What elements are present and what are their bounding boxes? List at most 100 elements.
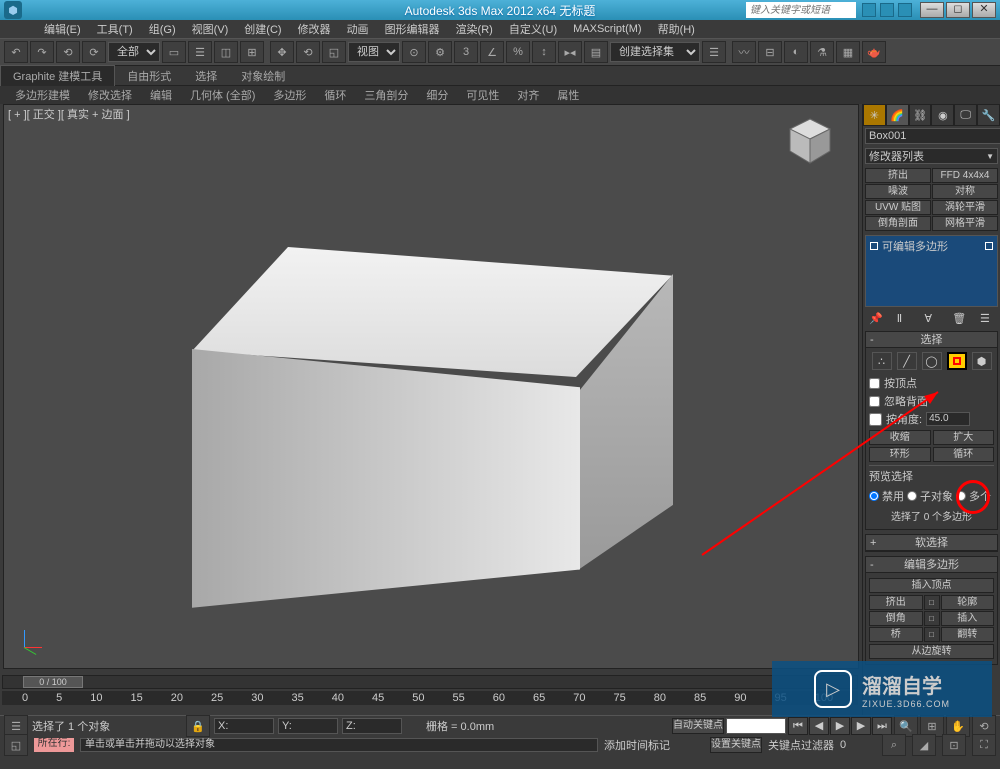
- outline-button[interactable]: 轮廓: [941, 595, 995, 610]
- setkey-button[interactable]: 设置关键点: [710, 737, 762, 753]
- prev-frame-button[interactable]: ◀: [809, 717, 829, 735]
- remove-mod-icon[interactable]: 🗑: [952, 312, 966, 326]
- gs-tris[interactable]: 三角剖分: [357, 85, 415, 105]
- redo-button[interactable]: ↷: [30, 41, 54, 63]
- star-icon[interactable]: [880, 3, 894, 17]
- help-search-input[interactable]: [746, 2, 856, 18]
- configure-icon[interactable]: ☰: [980, 312, 994, 326]
- subobj-edge[interactable]: ╱: [897, 352, 917, 370]
- time-slider-track[interactable]: 0 / 100: [2, 675, 858, 689]
- gs-props[interactable]: 属性: [550, 85, 586, 105]
- show-result-icon[interactable]: Ⅱ: [897, 312, 911, 326]
- flip-button[interactable]: 翻转: [941, 627, 995, 642]
- restore-button[interactable]: ◻: [946, 2, 970, 18]
- bevel-button[interactable]: 倒角: [869, 611, 923, 626]
- gs-edit[interactable]: 编辑: [143, 85, 179, 105]
- menu-animation[interactable]: 动画: [339, 21, 377, 37]
- graphite-tab-freeform[interactable]: 自由形式: [115, 66, 183, 86]
- mod-btn-turbosmooth[interactable]: 涡轮平滑: [932, 200, 998, 215]
- nav-maxview-icon[interactable]: ⊡: [942, 734, 966, 756]
- loop-button[interactable]: 循环: [933, 447, 995, 462]
- preview-off-radio[interactable]: [869, 491, 879, 501]
- time-slider-thumb[interactable]: 0 / 100: [23, 676, 83, 688]
- window-crossing-button[interactable]: ⊞: [240, 41, 264, 63]
- select-button[interactable]: ▭: [162, 41, 186, 63]
- coord-y[interactable]: Y:: [278, 718, 338, 734]
- layers-button[interactable]: ☰: [702, 41, 726, 63]
- ignore-backfacing-checkbox[interactable]: [869, 396, 880, 407]
- create-tab-icon[interactable]: ✳: [863, 104, 886, 126]
- mod-btn-uvwmap[interactable]: UVW 贴图: [865, 200, 931, 215]
- minimize-button[interactable]: —: [920, 2, 944, 18]
- select-region-button[interactable]: ◫: [214, 41, 238, 63]
- shrink-button[interactable]: 收缩: [869, 430, 931, 445]
- subobj-vertex[interactable]: ∴: [872, 352, 892, 370]
- stack-expand-icon[interactable]: [870, 242, 878, 250]
- ref-coord-system[interactable]: 视图: [348, 42, 400, 62]
- mod-btn-ffd[interactable]: FFD 4x4x4: [932, 168, 998, 183]
- mod-btn-extrude[interactable]: 挤出: [865, 168, 931, 183]
- inset-button[interactable]: 插入: [941, 611, 995, 626]
- menu-modifiers[interactable]: 修改器: [290, 21, 339, 37]
- extrude-settings[interactable]: □: [924, 595, 940, 610]
- goto-start-button[interactable]: ⏮: [788, 717, 808, 735]
- unlink-button[interactable]: ⟳: [82, 41, 106, 63]
- object-name-field[interactable]: [865, 128, 1000, 144]
- time-ruler[interactable]: 0510152025303540455055606570758085909510…: [2, 691, 858, 705]
- rotate-button[interactable]: ⟲: [296, 41, 320, 63]
- rollout-softselection-header[interactable]: +软选择: [866, 535, 997, 551]
- current-frame-field[interactable]: 0: [840, 739, 876, 751]
- align-button[interactable]: ▤: [584, 41, 608, 63]
- mod-btn-symmetry[interactable]: 对称: [932, 184, 998, 199]
- modify-tab-icon[interactable]: 🌈: [886, 104, 909, 126]
- display-tab-icon[interactable]: 🖵: [954, 104, 977, 126]
- goto-end-button[interactable]: ⏭: [872, 717, 892, 735]
- autokey-button[interactable]: 自动关键点: [672, 718, 724, 734]
- menu-maxscript[interactable]: MAXScript(M): [565, 23, 649, 35]
- utilities-tab-icon[interactable]: 🔧: [977, 104, 1000, 126]
- scene-box[interactable]: [174, 185, 694, 605]
- subobj-polygon[interactable]: [947, 352, 967, 370]
- add-time-tag[interactable]: 添加时间标记: [604, 737, 704, 753]
- play-button[interactable]: ▶: [830, 717, 850, 735]
- pin-stack-icon[interactable]: 📌: [869, 312, 883, 326]
- gs-modifysel[interactable]: 修改选择: [81, 85, 139, 105]
- lock-selection-icon[interactable]: 🔒: [186, 715, 210, 737]
- named-sel-sets[interactable]: 创建选择集: [610, 42, 700, 62]
- angle-snap-button[interactable]: ∠: [480, 41, 504, 63]
- gs-geom[interactable]: 几何体 (全部): [183, 85, 262, 105]
- bridge-settings[interactable]: □: [924, 627, 940, 642]
- spinner-snap-button[interactable]: ↕: [532, 41, 556, 63]
- next-frame-button[interactable]: ▶: [851, 717, 871, 735]
- menu-tools[interactable]: 工具(T): [89, 21, 141, 37]
- stack-toggle-icon[interactable]: [985, 242, 993, 250]
- coord-z[interactable]: Z:: [342, 718, 402, 734]
- percent-snap-button[interactable]: %: [506, 41, 530, 63]
- hierarchy-tab-icon[interactable]: ⛓: [909, 104, 932, 126]
- graphite-tab-modeling[interactable]: Graphite 建模工具: [0, 65, 115, 86]
- gs-polygons[interactable]: 多边形: [266, 85, 313, 105]
- subobj-element[interactable]: ⬢: [972, 352, 992, 370]
- selection-filter[interactable]: 全部: [108, 42, 160, 62]
- subobj-border[interactable]: ◯: [922, 352, 942, 370]
- close-button[interactable]: ✕: [972, 2, 996, 18]
- menu-customize[interactable]: 自定义(U): [501, 21, 565, 37]
- viewport[interactable]: [ + ][ 正交 ][ 真实 + 边面 ]: [3, 104, 859, 669]
- gs-visibility[interactable]: 可见性: [459, 85, 506, 105]
- nav-zoomext-icon[interactable]: ⌕: [882, 734, 906, 756]
- schematic-button[interactable]: ⊟: [758, 41, 782, 63]
- infocenter-icon[interactable]: [862, 3, 876, 17]
- preview-multi-radio[interactable]: [956, 491, 966, 501]
- menu-group[interactable]: 组(G): [141, 21, 184, 37]
- menu-views[interactable]: 视图(V): [184, 21, 237, 37]
- by-vertex-checkbox[interactable]: [869, 378, 880, 389]
- modifier-stack[interactable]: 可编辑多边形: [865, 235, 998, 307]
- gs-align[interactable]: 对齐: [510, 85, 546, 105]
- viewport-label[interactable]: [ + ][ 正交 ][ 真实 + 边面 ]: [8, 106, 130, 122]
- nav-minmax-icon[interactable]: ⛶: [972, 734, 996, 756]
- preview-subobj-radio[interactable]: [907, 491, 917, 501]
- mod-btn-noise[interactable]: 噪波: [865, 184, 931, 199]
- menu-edit[interactable]: 编辑(E): [36, 21, 89, 37]
- insert-vertex-button[interactable]: 插入顶点: [869, 578, 994, 593]
- motion-tab-icon[interactable]: ◉: [931, 104, 954, 126]
